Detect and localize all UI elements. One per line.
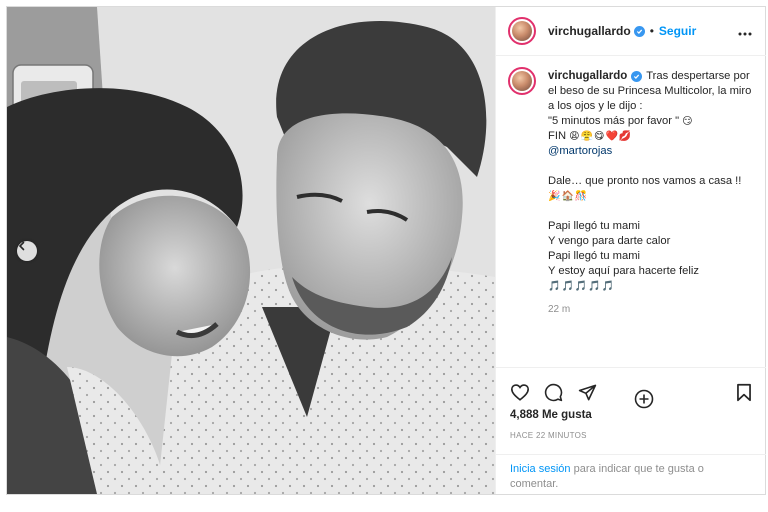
separator-dot: • — [649, 24, 654, 38]
song-line-2: Y vengo para darte calor — [548, 235, 671, 247]
carousel-prev-button[interactable] — [17, 241, 37, 261]
heart-icon[interactable] — [510, 383, 530, 406]
caption-fin: FIN — [548, 130, 567, 142]
header-username[interactable]: virchugallardo — [548, 24, 631, 38]
action-bar — [496, 367, 766, 408]
comment-icon[interactable] — [544, 383, 563, 407]
bookmark-icon[interactable] — [736, 383, 752, 407]
dale-emojis: 🎉🏠🎊 — [548, 191, 589, 202]
caption-text: virchugallardo Tras despertarse por el be… — [548, 69, 758, 317]
post-timestamp: HACE 22 MINUTOS — [510, 431, 587, 440]
photo-illustration — [7, 7, 495, 494]
mention-link[interactable]: @martorojas — [548, 145, 612, 157]
song-emojis: 🎵🎵🎵🎵🎵 — [548, 281, 616, 292]
avatar[interactable] — [508, 17, 536, 45]
song-line-3: Papi llegó tu mami — [548, 250, 641, 262]
post-card: virchugallardo • Seguir virchugallardo Tr… — [6, 6, 766, 495]
song-line-1: Papi llegó tu mami — [548, 220, 641, 232]
caption-line-2: "5 minutos más por favor " — [548, 115, 680, 127]
caption-username[interactable]: virchugallardo — [548, 70, 627, 82]
login-prompt: Inicia sesión para indicar que te gusta … — [496, 454, 766, 492]
verified-badge-icon — [631, 70, 643, 82]
smirk-emoji: 😏 — [682, 116, 694, 127]
caption-time: 22 m — [548, 304, 571, 315]
verified-badge-icon — [633, 25, 645, 37]
post-sidebar: virchugallardo • Seguir virchugallardo Tr… — [495, 7, 766, 494]
follow-button[interactable]: Seguir — [659, 24, 696, 38]
fin-emojis: 😩😤😋❤️💋 — [569, 131, 633, 142]
more-options-icon[interactable] — [738, 23, 752, 41]
song-line-4: Y estoy aquí para hacerte feliz — [548, 265, 699, 277]
avatar[interactable] — [508, 67, 536, 95]
paper-plane-icon[interactable] — [578, 383, 597, 407]
post-header: virchugallardo • Seguir — [496, 7, 766, 56]
chevron-left-icon — [18, 241, 25, 251]
caption-dale: Dale… que pronto nos vamos a casa !! — [548, 175, 742, 187]
login-link[interactable]: Inicia sesión — [510, 463, 571, 475]
like-count[interactable]: 4,888 Me gusta — [510, 409, 592, 421]
caption-block: virchugallardo Tras despertarse por el be… — [508, 67, 760, 409]
post-photo[interactable] — [7, 7, 495, 494]
